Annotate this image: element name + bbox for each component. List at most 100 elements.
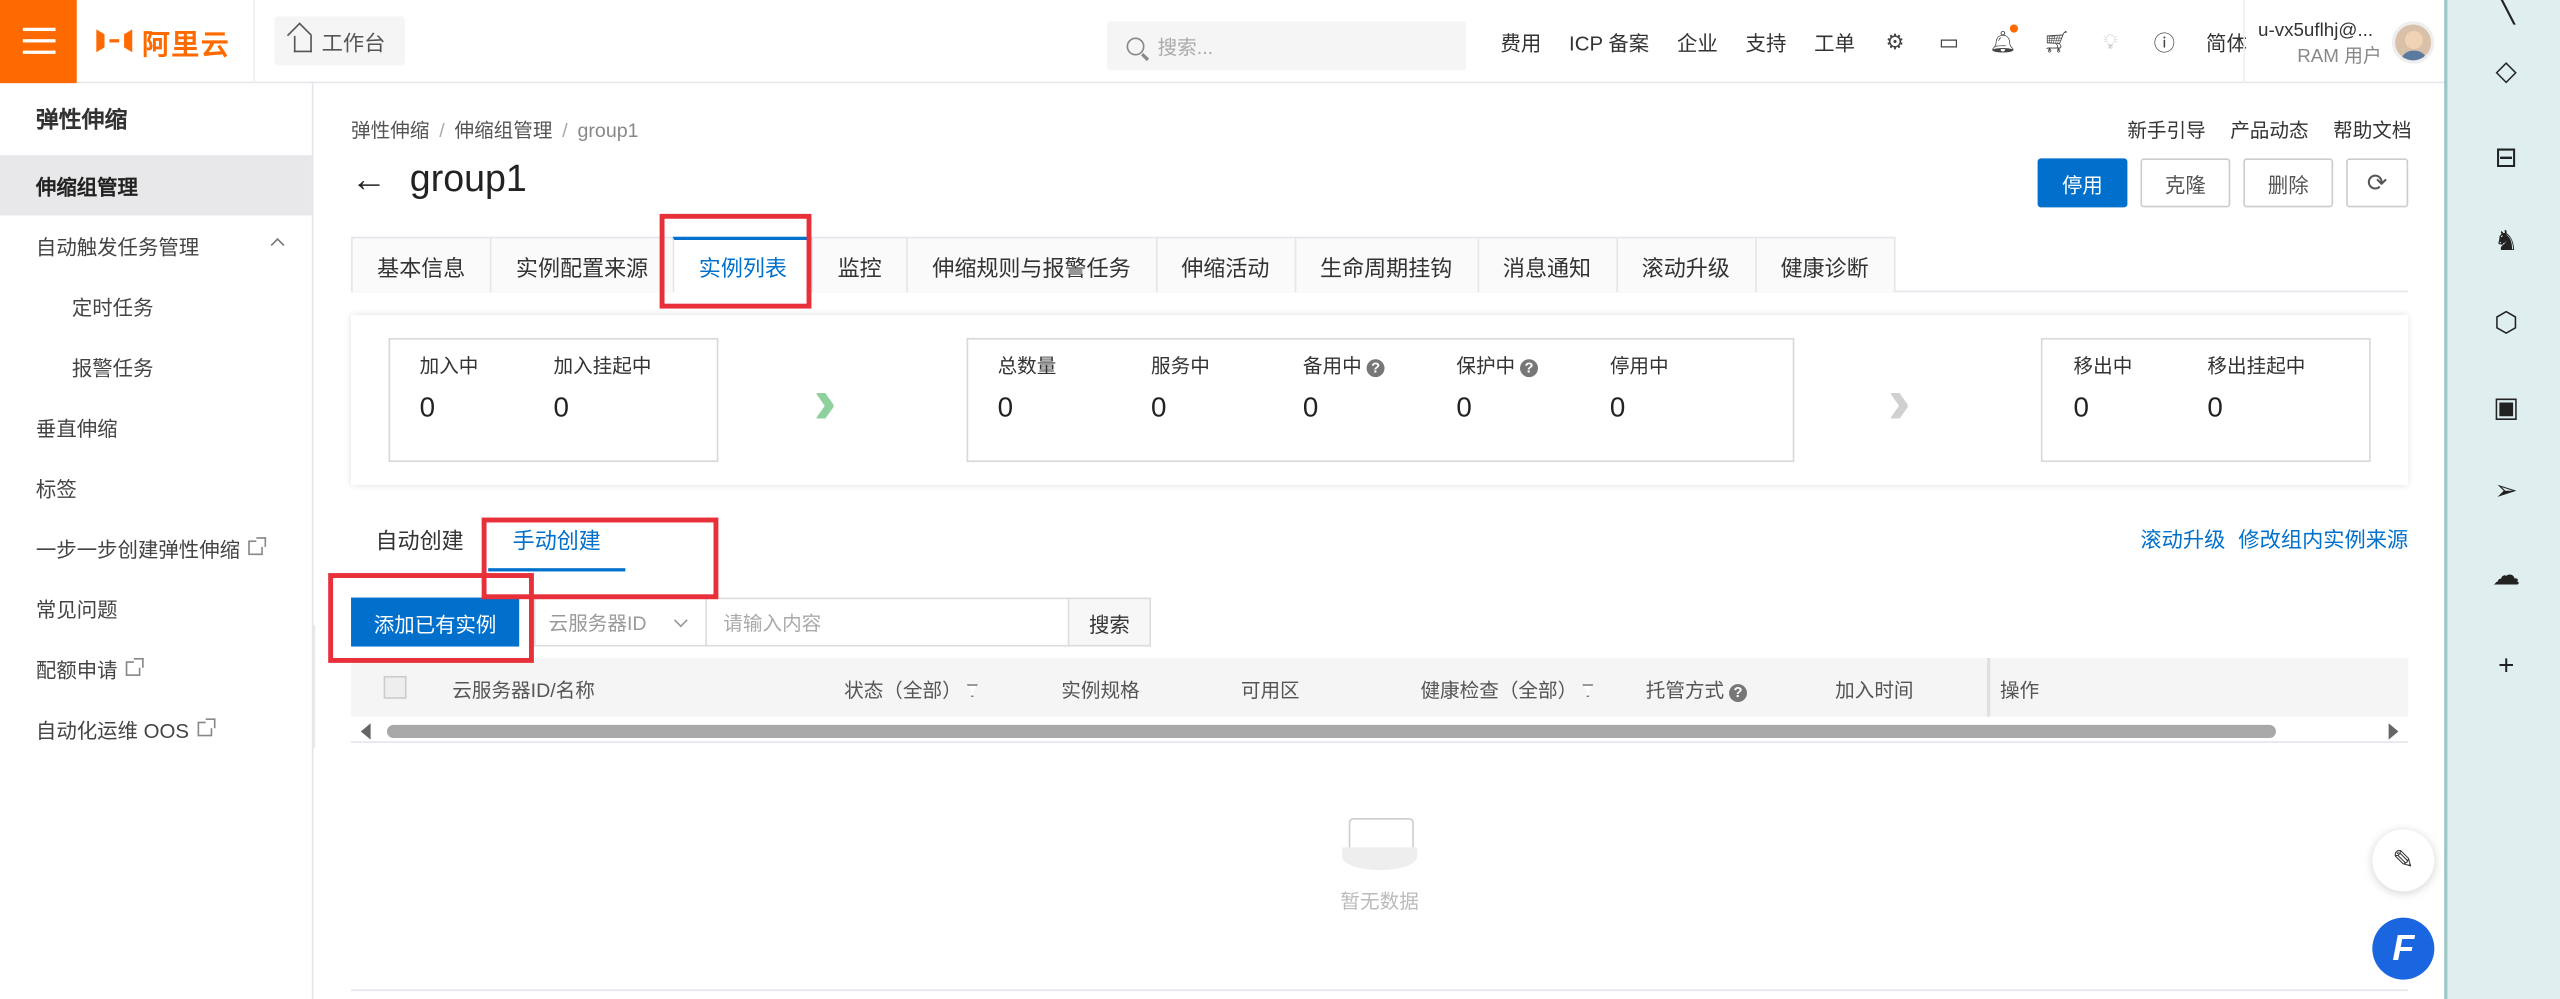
main-content: 弹性伸缩 / 伸缩组管理 / group1 新手引导 产品动态 帮助文档 ← group… xyxy=(315,83,2445,999)
sidebar-item-faq[interactable]: 常见问题 xyxy=(0,578,312,638)
divider xyxy=(351,989,2409,992)
search-button[interactable]: 搜索 xyxy=(1069,597,1152,647)
empty-tray-icon xyxy=(1342,817,1418,871)
outlook-icon[interactable]: ▣ xyxy=(2490,392,2523,425)
sidebar-item-oos[interactable]: 自动化运维 OOS xyxy=(0,699,312,759)
scroll-left-icon[interactable] xyxy=(360,723,371,740)
toolbox-icon[interactable]: ⊟ xyxy=(2490,142,2523,175)
tab-rolling-upgrade[interactable]: 滚动升级 xyxy=(1615,236,1755,293)
column-status[interactable]: 状态（全部） xyxy=(844,676,979,704)
lightbulb-icon[interactable]: 💡︎ xyxy=(2098,29,2122,53)
breadcrumb-item[interactable]: 伸缩组管理 xyxy=(454,119,552,142)
select-all-checkbox[interactable] xyxy=(383,675,407,699)
top-link-support[interactable]: 支持 xyxy=(1746,26,1787,57)
api-icon[interactable]: ⚙ xyxy=(1883,29,1907,53)
breadcrumb-item[interactable]: 弹性伸缩 xyxy=(351,119,429,142)
terminal-icon[interactable]: ▭ xyxy=(1937,29,1961,53)
top-links: 费用 ICP 备案 企业 支持 工单 ⚙ ▭ 🔔︎ 🛒︎ 💡︎ ⓘ 简体 xyxy=(1500,0,2274,83)
subtab-auto-created[interactable]: 自动创建 xyxy=(351,518,488,572)
sidebar-item-label: 自动化运维 OOS xyxy=(35,720,190,743)
news-link[interactable]: 产品动态 xyxy=(2230,116,2308,144)
pin-icon[interactable]: ╲ xyxy=(2490,0,2523,26)
tab-activities[interactable]: 伸缩活动 xyxy=(1155,236,1294,293)
column-instance-id: 云服务器ID/名称 xyxy=(452,679,595,703)
guide-link[interactable]: 新手引导 xyxy=(2127,116,2205,144)
search-field-select[interactable]: 云服务器ID xyxy=(533,597,707,647)
filter-icon xyxy=(1582,684,1594,698)
docs-link[interactable]: 帮助文档 xyxy=(2333,116,2411,144)
send-icon[interactable]: ➢ xyxy=(2490,475,2523,508)
column-join-time: 加入时间 xyxy=(1835,679,1914,703)
column-health-check[interactable]: 健康检查（全部） xyxy=(1420,676,1594,704)
tab-instance-list[interactable]: 实例列表 xyxy=(672,236,812,293)
refresh-icon[interactable]: ⟳ xyxy=(2346,158,2409,208)
breadcrumb-current: group1 xyxy=(577,119,639,143)
avatar[interactable] xyxy=(2391,21,2435,64)
user-menu[interactable]: u-vx5uflhj@... RAM 用户 xyxy=(2243,0,2444,84)
sidebar-item-scheduled-tasks[interactable]: 定时任务 xyxy=(0,276,312,336)
title-row: ← group1 xyxy=(351,157,527,201)
top-bar: 阿里云 工作台 搜索... 费用 ICP 备案 企业 支持 工单 ⚙ ▭ 🔔︎ … xyxy=(0,0,2445,84)
cloud-icon[interactable]: ☁ xyxy=(2490,560,2523,593)
workbench-button[interactable]: 工作台 xyxy=(274,16,405,66)
tab-rules-alarms[interactable]: 伸缩规则与报警任务 xyxy=(906,236,1156,293)
subtab-manually-created[interactable]: 手动创建 xyxy=(488,518,626,572)
clone-button[interactable]: 克隆 xyxy=(2140,158,2231,208)
tag-icon[interactable]: ◇ xyxy=(2490,56,2523,89)
notification-dot xyxy=(2010,24,2019,33)
tab-basic-info[interactable]: 基本信息 xyxy=(351,236,490,293)
modify-source-link[interactable]: 修改组内实例来源 xyxy=(2238,522,2408,553)
assistant-icon[interactable]: F xyxy=(2372,917,2435,980)
top-link-ticket[interactable]: 工单 xyxy=(1814,26,1855,57)
help-icon[interactable]: ? xyxy=(1729,684,1748,703)
external-link-icon xyxy=(125,657,144,676)
top-link-icp[interactable]: ICP 备案 xyxy=(1569,26,1649,57)
instance-stats-card: 加入中0 加入挂起中0 ›› 总数量0 服务中0 备用中?0 保护中?0 停用中… xyxy=(351,315,2409,485)
cart-icon[interactable]: 🛒︎ xyxy=(2043,29,2070,53)
language-switch[interactable]: 简体 xyxy=(2206,26,2247,57)
bell-icon[interactable]: 🔔︎ xyxy=(1989,24,2019,53)
sidebar-item-auto-tasks[interactable]: 自动触发任务管理 xyxy=(0,216,312,276)
tab-lifecycle-hooks[interactable]: 生命周期挂钩 xyxy=(1293,236,1477,293)
instance-links: 滚动升级 修改组内实例来源 xyxy=(2140,522,2408,553)
creation-subtabs: 自动创建 手动创建 xyxy=(351,518,626,572)
rolling-upgrade-link[interactable]: 滚动升级 xyxy=(2140,522,2225,553)
aliyun-logo[interactable]: 阿里云 xyxy=(77,0,255,83)
sidebar-item-alarm-tasks[interactable]: 报警任务 xyxy=(0,336,312,396)
tab-config-source[interactable]: 实例配置来源 xyxy=(489,236,673,293)
scrollbar-thumb[interactable] xyxy=(386,724,2276,738)
top-link-enterprise[interactable]: 企业 xyxy=(1677,26,1718,57)
tab-monitor[interactable]: 监控 xyxy=(811,236,907,293)
back-arrow-icon[interactable]: ← xyxy=(351,158,387,200)
hamburger-menu-button[interactable] xyxy=(0,0,77,83)
add-icon[interactable]: + xyxy=(2490,650,2523,683)
sidebar-item-label: 配额申请 xyxy=(35,659,118,683)
sidebar-item-step-by-step[interactable]: 一步一步创建弹性伸缩 xyxy=(0,518,312,578)
tab-notifications[interactable]: 消息通知 xyxy=(1476,236,1616,293)
breadcrumb: 弹性伸缩 / 伸缩组管理 / group1 xyxy=(351,119,639,143)
sidebar-item-scaling-groups[interactable]: 伸缩组管理 xyxy=(0,155,312,216)
tab-health-diagnosis[interactable]: 健康诊断 xyxy=(1754,236,1895,293)
home-icon xyxy=(293,35,312,52)
page-actions: 停用 克隆 删除 ⟳ xyxy=(2037,158,2409,208)
edit-icon[interactable]: ✎ xyxy=(2372,829,2435,892)
search-input[interactable]: 请输入内容 xyxy=(706,597,1070,647)
global-search-input[interactable]: 搜索... xyxy=(1106,21,1467,71)
stat-joining-pending: 加入挂起中 0 xyxy=(553,354,652,423)
delete-button[interactable]: 删除 xyxy=(2243,158,2334,208)
top-link-fees[interactable]: 费用 xyxy=(1500,26,1541,57)
add-existing-instance-button[interactable]: 添加已有实例 xyxy=(351,597,520,647)
empty-text: 暂无数据 xyxy=(1340,889,1419,913)
help-icon[interactable]: ⓘ xyxy=(2152,29,2176,55)
chess-icon[interactable]: ♞ xyxy=(2490,225,2523,258)
help-icon[interactable]: ? xyxy=(1366,359,1385,378)
scroll-right-icon[interactable] xyxy=(2388,723,2399,740)
sidebar-item-quota[interactable]: 配额申请 xyxy=(0,638,312,698)
empty-state: 暂无数据 xyxy=(1295,817,1465,914)
sidebar-item-tags[interactable]: 标签 xyxy=(0,457,312,517)
horizontal-scrollbar[interactable] xyxy=(351,720,2409,743)
help-icon[interactable]: ? xyxy=(1520,359,1539,378)
sidebar-item-vertical-scaling[interactable]: 垂直伸缩 xyxy=(0,397,312,457)
share-icon[interactable]: ⬡ xyxy=(2490,307,2523,340)
stop-button[interactable]: 停用 xyxy=(2037,158,2128,208)
